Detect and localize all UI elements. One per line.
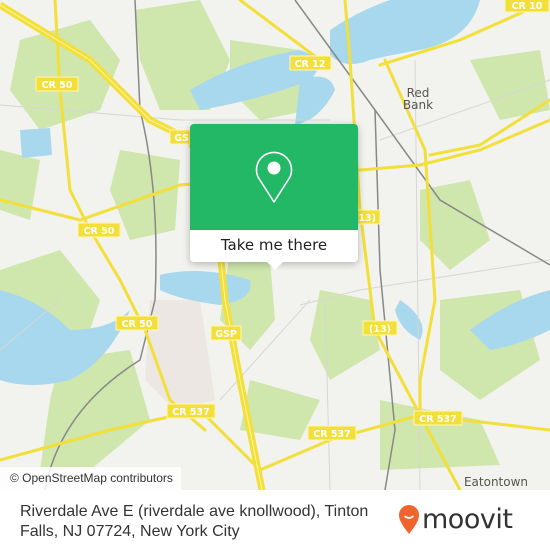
svg-text:GSP: GSP	[215, 329, 237, 340]
svg-text:CR 50: CR 50	[42, 80, 73, 91]
road-shield-cr10: CR 10	[504, 0, 550, 13]
road-shield-cr50: CR 50	[77, 222, 121, 238]
popup-pointer	[266, 261, 284, 270]
svg-text:CR 12: CR 12	[295, 59, 326, 70]
svg-text:CR 10: CR 10	[512, 1, 543, 12]
road-shield-gsp: GSP	[210, 325, 242, 341]
popup-header	[190, 124, 358, 230]
place-label-eatontown: Eatontown	[464, 475, 528, 489]
road-shield-cr537: CR 537	[307, 425, 357, 441]
footer: Riverdale Ave E (riverdale ave knollwood…	[0, 490, 550, 550]
road-shield-cr50: CR 50	[115, 315, 159, 331]
moovit-pin-icon	[399, 504, 419, 534]
road-shield-cr12: CR 12	[289, 55, 332, 71]
road-shield-cr537: CR 537	[166, 403, 216, 419]
place-label-red-bank: Bank	[403, 98, 433, 112]
svg-text:CR 537: CR 537	[419, 414, 456, 425]
svg-text:CR 50: CR 50	[84, 226, 115, 237]
svg-text:CR 537: CR 537	[313, 429, 350, 440]
road-shield-cr50: CR 50	[35, 76, 79, 92]
osm-attribution[interactable]: © OpenStreetMap contributors	[0, 467, 181, 490]
svg-text:CR 537: CR 537	[172, 407, 209, 418]
road-shield-cr537: CR 537	[413, 410, 463, 426]
location-popup: Take me there	[190, 124, 358, 270]
map-pin-icon	[255, 151, 293, 203]
address-text: Riverdale Ave E (riverdale ave knollwood…	[20, 503, 369, 540]
svg-text:(13): (13)	[369, 324, 391, 335]
moovit-logo-text: moovit	[422, 504, 513, 535]
take-me-there-button[interactable]: Take me there	[190, 230, 358, 262]
moovit-logo[interactable]: moovit	[398, 504, 513, 535]
road-shield-13: (13)	[362, 320, 398, 336]
svg-text:CR 50: CR 50	[122, 319, 153, 330]
